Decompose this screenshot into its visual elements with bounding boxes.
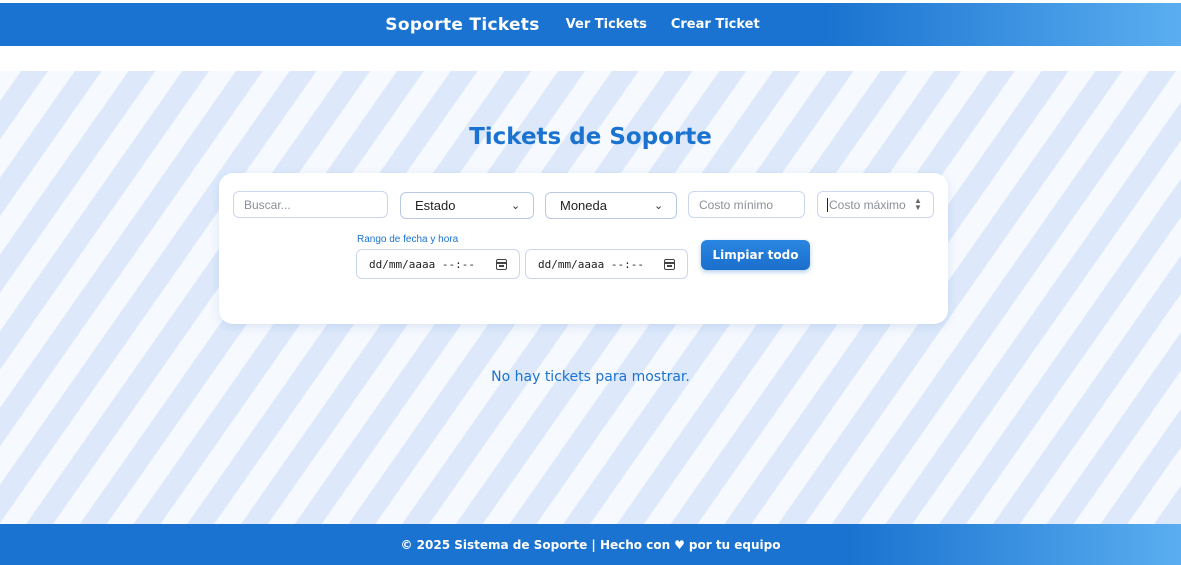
footer: © 2025 Sistema de Soporte | Hecho con ♥ …: [0, 524, 1181, 565]
text-cursor: [827, 197, 828, 212]
date-to-input[interactable]: dd/mm/aaaa --:--: [525, 249, 688, 279]
top-navbar: Soporte Tickets Ver Tickets Crear Ticket: [0, 3, 1181, 46]
clear-all-button[interactable]: Limpiar todo: [701, 240, 810, 270]
date-to-placeholder: dd/mm/aaaa --:--: [538, 257, 644, 271]
chevron-down-icon: ⌄: [511, 200, 521, 212]
heart-icon: ♥: [674, 537, 685, 552]
status-select[interactable]: Estado ⌄: [400, 192, 534, 219]
nav-link-ver-tickets[interactable]: Ver Tickets: [566, 17, 647, 32]
max-cost-placeholder: Costo máximo: [829, 197, 906, 212]
calendar-icon[interactable]: [496, 259, 507, 270]
status-select-value: Estado: [415, 198, 456, 213]
date-from-placeholder: dd/mm/aaaa --:--: [369, 257, 475, 271]
footer-text-end: por tu equipo: [688, 537, 781, 552]
chevron-down-icon: ⌄: [654, 200, 664, 212]
min-cost-input[interactable]: Costo mínimo: [688, 191, 805, 218]
nav-link-crear-ticket[interactable]: Crear Ticket: [671, 17, 760, 32]
min-cost-placeholder: Costo mínimo: [699, 197, 774, 212]
currency-select[interactable]: Moneda ⌄: [545, 192, 677, 219]
spinner-arrows-icon[interactable]: ▲ ▼: [913, 197, 923, 212]
brand-title[interactable]: Soporte Tickets: [385, 15, 539, 35]
max-cost-input[interactable]: Costo máximo ▲ ▼: [817, 191, 934, 218]
footer-text: © 2025 Sistema de Soporte | Hecho con: [400, 537, 671, 552]
currency-select-value: Moneda: [560, 198, 607, 213]
search-input[interactable]: Buscar...: [233, 191, 388, 218]
empty-state-message: No hay tickets para mostrar.: [491, 369, 690, 385]
page-title: Tickets de Soporte: [469, 124, 712, 150]
calendar-icon[interactable]: [664, 259, 675, 270]
date-range-label: Rango de fecha y hora: [357, 234, 459, 245]
search-placeholder: Buscar...: [244, 197, 291, 212]
date-from-input[interactable]: dd/mm/aaaa --:--: [356, 249, 520, 279]
